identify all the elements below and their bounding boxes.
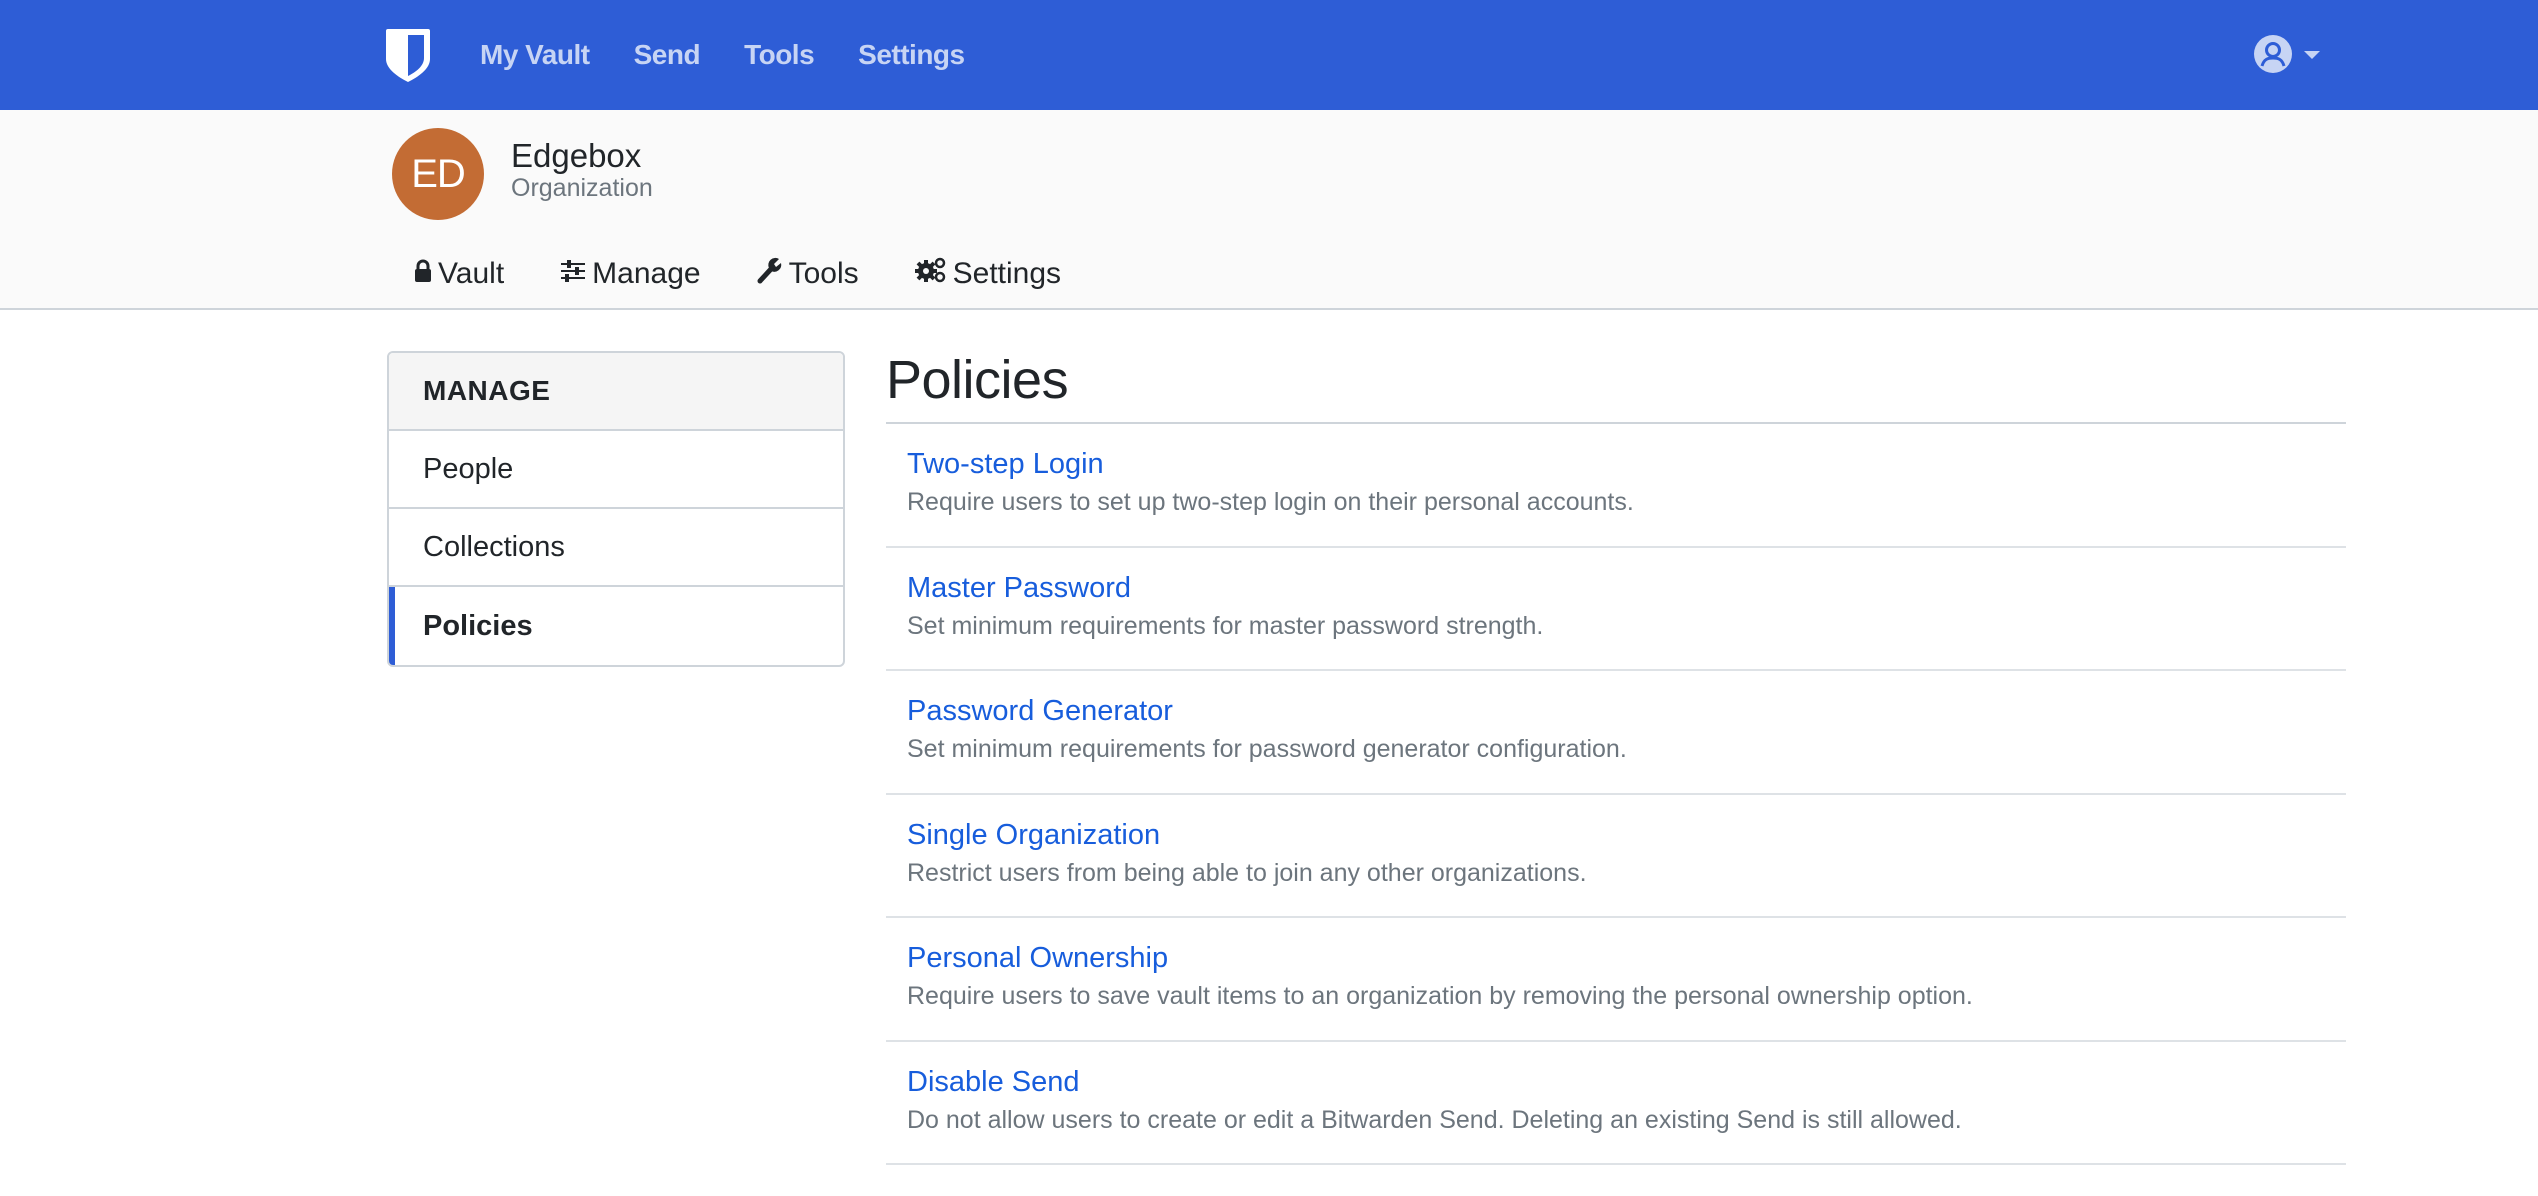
sliders-icon	[560, 257, 592, 291]
policy-item: Master Password Set minimum requirements…	[886, 548, 2346, 671]
nav-tools[interactable]: Tools	[744, 39, 815, 71]
page-title: Policies	[886, 345, 2346, 424]
org-name: Edgebox	[511, 137, 642, 174]
primary-nav: My Vault Send Tools Settings	[480, 0, 1009, 110]
nav-my-vault[interactable]: My Vault	[480, 39, 590, 71]
sidebar-item-collections[interactable]: Collections	[389, 509, 843, 587]
org-tab-tools[interactable]: Tools	[757, 256, 859, 292]
org-tab-label: Settings	[952, 257, 1062, 290]
organization-header: ED Edgebox Organization Vault Manage Too…	[0, 110, 2538, 310]
org-tab-label: Manage	[592, 257, 701, 290]
caret-down-icon	[2304, 51, 2320, 59]
policy-description: Require users to save vault items to an …	[907, 982, 1973, 1010]
policies-content: Policies Two-step Login Require users to…	[886, 345, 2346, 1165]
org-type: Organization	[511, 174, 653, 202]
org-tab-settings[interactable]: Settings	[914, 256, 1062, 292]
bitwarden-shield-icon[interactable]	[386, 29, 430, 82]
policy-link-disable-send[interactable]: Disable Send	[907, 1062, 2346, 1102]
cogs-icon	[914, 256, 953, 292]
lock-icon	[414, 257, 438, 291]
user-circle-icon	[2254, 35, 2292, 77]
policy-description: Require users to set up two-step login o…	[907, 488, 1634, 516]
policy-item: Password Generator Set minimum requireme…	[886, 671, 2346, 795]
org-tabs: Vault Manage Tools Settings	[414, 256, 1117, 292]
org-tab-manage[interactable]: Manage	[560, 257, 701, 291]
manage-sidebar: MANAGE People Collections Policies	[387, 351, 845, 667]
wrench-icon	[757, 256, 789, 292]
policy-description: Set minimum requirements for password ge…	[907, 735, 1627, 763]
policy-list: Two-step Login Require users to set up t…	[886, 424, 2346, 1165]
sidebar-heading: MANAGE	[389, 353, 843, 431]
org-tab-vault[interactable]: Vault	[414, 257, 504, 291]
sidebar-item-people[interactable]: People	[389, 431, 843, 509]
policy-link-master-password[interactable]: Master Password	[907, 568, 2346, 608]
policy-description: Do not allow users to create or edit a B…	[907, 1105, 1962, 1134]
policy-description: Restrict users from being able to join a…	[907, 858, 1587, 887]
policy-item: Disable Send Do not allow users to creat…	[886, 1042, 2346, 1165]
org-tab-label: Tools	[788, 257, 859, 290]
policy-description: Set minimum requirements for master pass…	[907, 611, 1544, 640]
policy-link-personal-ownership[interactable]: Personal Ownership	[907, 938, 2346, 978]
nav-settings[interactable]: Settings	[858, 39, 965, 71]
policy-item: Two-step Login Require users to set up t…	[886, 424, 2346, 548]
policy-link-two-step-login[interactable]: Two-step Login	[907, 444, 2346, 484]
sidebar-item-policies[interactable]: Policies	[389, 587, 843, 665]
policy-link-single-organization[interactable]: Single Organization	[907, 815, 2346, 855]
policy-item: Single Organization Restrict users from …	[886, 795, 2346, 918]
top-navbar: My Vault Send Tools Settings	[0, 0, 2538, 110]
nav-send[interactable]: Send	[634, 39, 701, 71]
policy-item: Personal Ownership Require users to save…	[886, 918, 2346, 1042]
org-avatar: ED	[392, 128, 484, 220]
user-menu-button[interactable]	[2254, 35, 2320, 77]
org-tab-label: Vault	[438, 257, 505, 290]
policy-link-password-generator[interactable]: Password Generator	[907, 691, 2346, 731]
